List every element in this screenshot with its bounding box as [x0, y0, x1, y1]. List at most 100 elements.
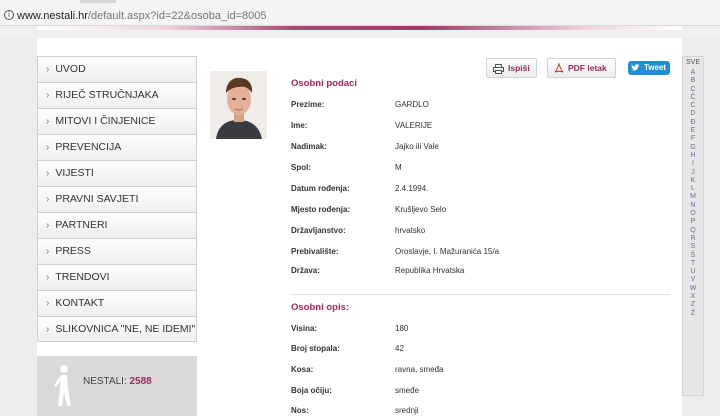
data-row-surname: Prezime: GARDLO: [291, 100, 671, 114]
alphabet-letter-link[interactable]: M: [683, 193, 703, 201]
alphabet-letter-link[interactable]: H: [683, 152, 703, 160]
menu-item-partneri[interactable]: › PARTNERI: [37, 212, 197, 238]
row-value: smeđe: [395, 386, 420, 395]
tab-strip: [80, 0, 116, 3]
alphabet-letter-link[interactable]: D: [683, 110, 703, 118]
row-label: Kosa:: [291, 365, 314, 374]
alphabet-letter-link[interactable]: B: [683, 77, 703, 85]
chevron-right-icon: ›: [46, 324, 50, 335]
chevron-right-icon: ›: [46, 298, 50, 309]
sidebar-menu: › UVOD › RIJEČ STRUČNJAKA › MITOVI I ČINJEN…: [37, 56, 197, 342]
menu-item-slikovnica[interactable]: › SLIKOVNICA "NE, NE IDEMI": [37, 316, 197, 342]
row-label: Država:: [291, 266, 320, 275]
browser-address-bar[interactable]: i www.nestali.hr/default.aspx?id=22&osob…: [0, 0, 720, 26]
alphabet-letters: ABCČĆDĐEFGHIJKLMNOPQRSŠTUVWXZŽ: [683, 69, 703, 318]
url-text[interactable]: www.nestali.hr/default.aspx?id=22&osoba_…: [17, 10, 267, 22]
row-value: VALERIJE: [395, 121, 433, 130]
alphabet-letter-link[interactable]: K: [683, 177, 703, 185]
row-value: ravna, smeđa: [395, 365, 444, 374]
row-value: GARDLO: [395, 100, 429, 109]
row-value: 2.4.1994.: [395, 184, 429, 193]
chevron-right-icon: ›: [46, 142, 50, 153]
row-label: Visina:: [291, 324, 318, 333]
row-label: Datum rođenja:: [291, 184, 350, 193]
walking-person-icon: [54, 365, 71, 406]
alphabet-letter-link[interactable]: N: [683, 202, 703, 210]
row-value: hrvatsko: [395, 226, 426, 235]
menu-item-prevencija[interactable]: › PREVENCIJA: [37, 134, 197, 160]
row-label: Nadimak:: [291, 142, 328, 151]
header-accent-line: [37, 26, 682, 30]
row-label: Broj stopala:: [291, 344, 340, 353]
alphabet-letter-link[interactable]: Z: [683, 301, 703, 309]
alphabet-letter-link[interactable]: Č: [683, 94, 703, 102]
alphabet-letter-link[interactable]: X: [683, 293, 703, 301]
row-label: Ime:: [291, 121, 308, 130]
row-label: Boja očiju:: [291, 386, 332, 395]
info-icon[interactable]: i: [4, 10, 14, 20]
menu-item-vijesti[interactable]: › VIJESTI: [37, 160, 197, 186]
alphabet-letter-link[interactable]: Q: [683, 227, 703, 235]
row-label: Nos:: [291, 406, 309, 415]
page-header-band: [0, 26, 720, 38]
row-value: Jajko ili Vale: [395, 142, 439, 151]
alphabet-letter-link[interactable]: Š: [683, 252, 703, 260]
alphabet-letter-link[interactable]: S: [683, 243, 703, 251]
chevron-right-icon: ›: [46, 64, 50, 75]
tweet-button[interactable]: Tweet: [628, 61, 670, 75]
pdf-leaflet-button[interactable]: PDF letak: [547, 58, 616, 78]
alphabet-letter-link[interactable]: C: [683, 86, 703, 94]
row-value: Republika Hrvatska: [395, 266, 465, 275]
alphabet-letter-link[interactable]: J: [683, 169, 703, 177]
row-value: Krušljevo Selo: [395, 205, 447, 214]
personal-description-title: Osobni opis:: [291, 302, 350, 313]
menu-item-press[interactable]: › PRESS: [37, 238, 197, 264]
main-content: › UVOD › RIJEČ STRUČNJAKA › MITOVI I ČINJEN…: [37, 38, 682, 416]
alphabet-letter-link[interactable]: L: [683, 185, 703, 193]
data-row-citizenship: Državljanstvo: hrvatsko: [291, 226, 671, 240]
alphabet-letter-link[interactable]: E: [683, 127, 703, 135]
alphabet-letter-link[interactable]: P: [683, 218, 703, 226]
alphabet-letter-link[interactable]: F: [683, 135, 703, 143]
menu-item-kontakt[interactable]: › KONTAKT: [37, 290, 197, 316]
chevron-right-icon: ›: [46, 246, 50, 257]
alphabet-letter-link[interactable]: Ć: [683, 102, 703, 110]
alphabet-letter-link[interactable]: V: [683, 276, 703, 284]
alphabet-all-link[interactable]: SVE: [683, 57, 703, 69]
data-row-nickname: Nadimak: Jajko ili Vale: [291, 142, 671, 156]
chevron-right-icon: ›: [46, 220, 50, 231]
row-value: M: [395, 163, 402, 172]
alphabet-letter-link[interactable]: Đ: [683, 119, 703, 127]
menu-item-pravni-savjeti[interactable]: › PRAVNI SAVJETI: [37, 186, 197, 212]
alphabet-letter-link[interactable]: A: [683, 69, 703, 77]
missing-counter: NESTALI: 2588: [37, 356, 197, 416]
menu-item-mitovi[interactable]: › MITOVI I ČINJENICE: [37, 108, 197, 134]
row-label: Mjesto rođenja:: [291, 205, 351, 214]
row-value: srednji: [395, 406, 419, 415]
section-divider: [291, 294, 670, 295]
url-path: /default.aspx?id=22&osoba_id=8005: [87, 10, 267, 22]
printer-icon: [493, 63, 504, 74]
alphabet-letter-link[interactable]: U: [683, 268, 703, 276]
alphabet-letter-link[interactable]: Ž: [683, 310, 703, 318]
data-row-country: Država: Republika Hrvatska: [291, 266, 671, 280]
menu-item-uvod[interactable]: › UVOD: [37, 56, 197, 82]
row-label: Prezime:: [291, 100, 325, 109]
chevron-right-icon: ›: [46, 272, 50, 283]
row-label: Državljanstvo:: [291, 226, 346, 235]
alphabet-letter-link[interactable]: I: [683, 160, 703, 168]
alphabet-letter-link[interactable]: W: [683, 285, 703, 293]
chevron-right-icon: ›: [46, 168, 50, 179]
menu-item-rijec-strucnjaka[interactable]: › RIJEČ STRUČNJAKA: [37, 82, 197, 108]
alphabet-letter-link[interactable]: T: [683, 260, 703, 268]
alphabet-letter-link[interactable]: R: [683, 235, 703, 243]
menu-item-trendovi[interactable]: › TRENDOVI: [37, 264, 197, 290]
data-row-first-name: Ime: VALERIJE: [291, 121, 671, 135]
row-label: Prebivalište:: [291, 247, 339, 256]
data-row-sex: Spol: M: [291, 163, 671, 177]
data-row-height: Visina: 180: [291, 324, 671, 338]
chevron-right-icon: ›: [46, 116, 50, 127]
alphabet-letter-link[interactable]: G: [683, 144, 703, 152]
alphabet-letter-link[interactable]: O: [683, 210, 703, 218]
print-button[interactable]: Ispiši: [486, 58, 537, 78]
